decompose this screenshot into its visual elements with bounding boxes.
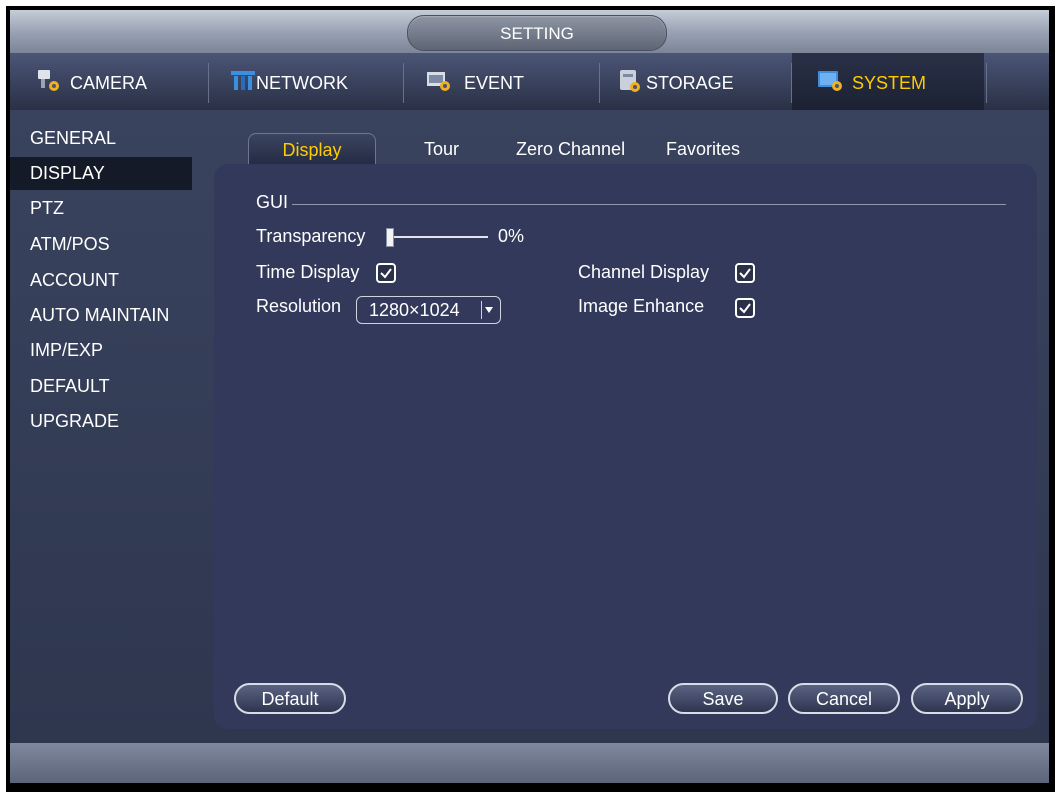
default-button[interactable]: Default — [234, 683, 346, 714]
cancel-button[interactable]: Cancel — [788, 683, 900, 714]
transparency-label: Transparency — [256, 226, 366, 246]
sidebar-item-default[interactable]: DEFAULT — [10, 370, 192, 403]
image-enhance-label: Image Enhance — [578, 296, 705, 316]
subtab-zero-channel[interactable]: Zero Channel — [516, 133, 646, 166]
tab-storage[interactable]: STORAGE — [616, 53, 786, 110]
channel-display-checkbox[interactable] — [735, 263, 755, 283]
save-button[interactable]: Save — [668, 683, 778, 714]
sidebar-item-auto-maintain[interactable]: AUTO MAINTAIN — [10, 299, 192, 332]
status-bar — [10, 743, 1049, 783]
resolution-label: Resolution — [256, 296, 342, 316]
transparency-slider-handle[interactable] — [386, 228, 394, 247]
sidebar-item-atm-pos[interactable]: ATM/POS — [10, 228, 192, 261]
title-bar: SETTING — [10, 10, 1049, 53]
display-settings-panel: GUI Transparency 0% Time Display Channel… — [214, 164, 1037, 729]
gui-divider — [292, 204, 1006, 205]
subtab-favorites[interactable]: Favorites — [666, 133, 756, 166]
checkmark-icon — [380, 268, 392, 279]
sidebar-item-imp-exp[interactable]: IMP/EXP — [10, 334, 192, 367]
checkmark-icon — [739, 303, 751, 314]
tab-separator — [599, 63, 600, 103]
gui-section-label: GUI — [256, 192, 289, 212]
tab-event[interactable]: EVENT — [424, 53, 594, 110]
event-icon — [427, 72, 450, 91]
setting-window: SETTING CAMERA NETWORK EVENT STORAGE SYS… — [10, 10, 1049, 783]
tab-system[interactable]: SYSTEM — [792, 53, 984, 110]
main-tab-bar: CAMERA NETWORK EVENT STORAGE SYSTEM — [10, 53, 1049, 110]
sidebar-item-ptz[interactable]: PTZ — [10, 192, 192, 225]
sidebar: GENERAL DISPLAY PTZ ATM/POS ACCOUNT AUTO… — [10, 114, 196, 754]
chevron-down-icon — [481, 301, 496, 319]
system-icon — [818, 71, 842, 91]
window-title: SETTING — [500, 24, 574, 43]
resolution-dropdown[interactable]: 1280×1024 — [356, 296, 501, 324]
sidebar-item-account[interactable]: ACCOUNT — [10, 264, 192, 297]
network-icon — [231, 71, 255, 90]
tab-separator — [403, 63, 404, 103]
apply-button[interactable]: Apply — [911, 683, 1023, 714]
time-display-label: Time Display — [256, 262, 360, 282]
screen-frame: SETTING CAMERA NETWORK EVENT STORAGE SYS… — [6, 6, 1055, 792]
camera-icon — [38, 70, 59, 91]
tab-separator — [208, 63, 209, 103]
transparency-value: 0% — [498, 226, 525, 246]
channel-display-label: Channel Display — [578, 262, 710, 282]
title-pill: SETTING — [407, 15, 667, 51]
sidebar-item-general[interactable]: GENERAL — [10, 122, 192, 155]
subtab-tour[interactable]: Tour — [424, 133, 474, 166]
tab-separator — [986, 63, 987, 103]
time-display-checkbox[interactable] — [376, 263, 396, 283]
sidebar-item-display[interactable]: DISPLAY — [10, 157, 192, 190]
checkmark-icon — [739, 268, 751, 279]
tab-camera[interactable]: CAMERA — [36, 53, 206, 110]
transparency-slider[interactable] — [386, 236, 488, 238]
tab-network[interactable]: NETWORK — [228, 53, 398, 110]
image-enhance-checkbox[interactable] — [735, 298, 755, 318]
resolution-value: 1280×1024 — [369, 300, 460, 320]
storage-icon — [620, 70, 640, 92]
subtab-display[interactable]: Display — [248, 133, 376, 167]
sidebar-item-upgrade[interactable]: UPGRADE — [10, 405, 192, 438]
